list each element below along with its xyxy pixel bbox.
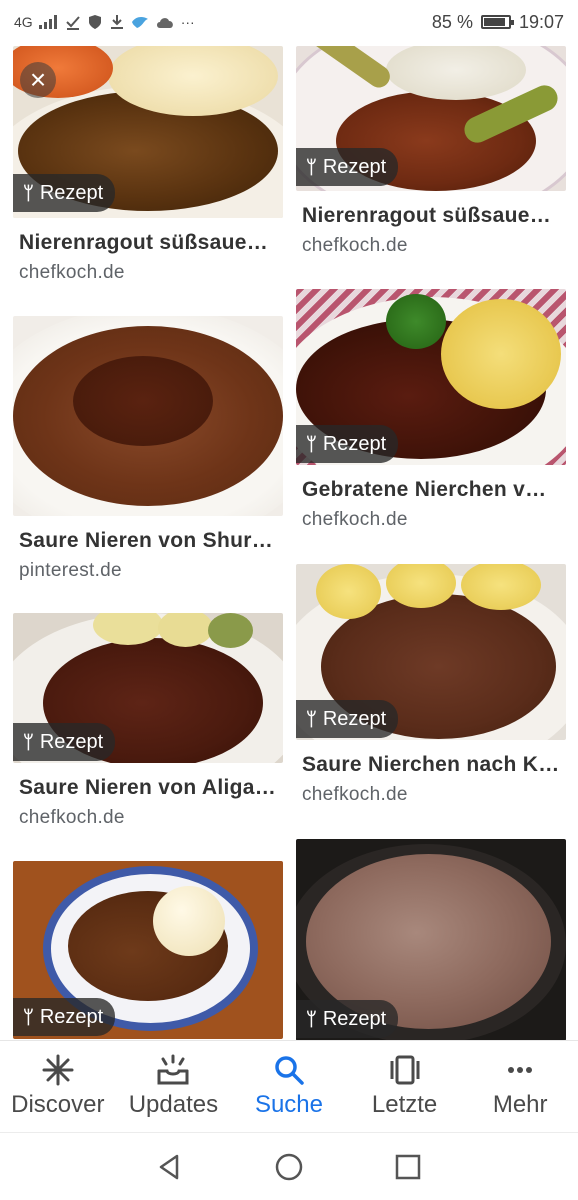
status-left: 4G ··· bbox=[14, 14, 195, 30]
recipe-badge: ᛘ Rezept bbox=[296, 1000, 399, 1038]
nav-discover[interactable]: Discover bbox=[0, 1053, 115, 1119]
fork-knife-icon: ᛘ bbox=[306, 433, 317, 454]
nav-search[interactable]: Suche bbox=[231, 1053, 346, 1119]
recipe-badge: ᛘ Rezept bbox=[13, 174, 116, 212]
result-card[interactable]: ᛘ Rezept Nierenragout süßsaue… chefkoch.d… bbox=[296, 46, 566, 276]
result-source: chefkoch.de bbox=[302, 509, 408, 530]
fork-knife-icon: ᛘ bbox=[306, 708, 317, 729]
result-title[interactable]: Saure Nieren von Aliga… bbox=[19, 776, 276, 800]
nav-updates[interactable]: Updates bbox=[116, 1053, 231, 1119]
status-bar: 4G ··· 85 % 19:07 bbox=[0, 0, 578, 44]
clock: 19:07 bbox=[518, 11, 564, 32]
signal-icon bbox=[38, 15, 57, 29]
result-title[interactable]: Gebratene Nierchen v… bbox=[302, 478, 546, 502]
inbox-icon bbox=[155, 1053, 191, 1087]
result-card[interactable]: ᛘ Rezept bbox=[296, 839, 566, 1041]
fork-knife-icon: ᛘ bbox=[306, 156, 317, 177]
recipe-badge: ᛘ Rezept bbox=[13, 723, 116, 761]
nav-label: Letzte bbox=[371, 1091, 438, 1118]
recipe-badge: ᛘ Rezept bbox=[296, 700, 399, 738]
fork-knife-icon: ᛘ bbox=[23, 731, 34, 752]
fork-knife-icon: ᛘ bbox=[306, 1008, 317, 1029]
result-card[interactable]: ᛘ Rezept Gebratene Nierchen v… chefkoch.d… bbox=[296, 289, 566, 544]
download-icon bbox=[110, 15, 123, 29]
search-icon bbox=[272, 1053, 306, 1087]
status-right: 85 % 19:07 bbox=[432, 12, 564, 33]
back-icon[interactable] bbox=[155, 1152, 185, 1182]
system-navigation bbox=[0, 1132, 578, 1200]
result-source: chefkoch.de bbox=[302, 784, 408, 805]
result-card[interactable]: Saure Nieren von Shur… pinterest.de bbox=[13, 316, 283, 586]
result-image[interactable]: ᛘ Rezept bbox=[296, 46, 566, 191]
nav-label: Discover bbox=[11, 1091, 105, 1118]
nav-label: Mehr bbox=[492, 1091, 548, 1118]
nav-more[interactable]: Mehr bbox=[463, 1053, 578, 1119]
bird-icon bbox=[131, 17, 148, 28]
recipe-badge: ᛘ Rezept bbox=[296, 425, 399, 463]
result-card[interactable]: ᛘ Rezept Saure Nierchen nach K… chefkoch.… bbox=[296, 564, 566, 809]
check-download-icon bbox=[65, 16, 80, 30]
overview-icon[interactable] bbox=[393, 1152, 423, 1182]
recipe-badge: ᛘ Rezept bbox=[296, 148, 399, 186]
result-image[interactable]: ᛘ Rezept bbox=[296, 839, 566, 1041]
result-image[interactable]: ᛘ Rezept bbox=[296, 289, 566, 465]
result-image[interactable]: ᛘ Rezept bbox=[13, 861, 283, 1039]
fork-knife-icon: ᛘ bbox=[23, 1006, 34, 1027]
result-card[interactable]: ᛘ Rezept Saure Nieren von Aliga… chefkoch… bbox=[13, 613, 283, 838]
result-title[interactable]: Nierenragout süßsaue… bbox=[302, 204, 551, 228]
bottom-navigation: Discover Updates Suche Letzte Mehr bbox=[0, 1040, 578, 1132]
battery-percent: 85 % bbox=[431, 11, 473, 32]
nav-label: Suche bbox=[254, 1091, 324, 1118]
result-title[interactable]: Nierenragout süßsaue… bbox=[19, 231, 268, 255]
recipe-badge: ᛘ Rezept bbox=[13, 998, 116, 1036]
home-icon[interactable] bbox=[274, 1152, 304, 1182]
cloud-icon bbox=[156, 18, 173, 28]
more-horiz-icon bbox=[503, 1053, 537, 1087]
result-source: chefkoch.de bbox=[19, 262, 125, 283]
result-title[interactable]: Saure Nieren von Shur… bbox=[19, 529, 273, 553]
result-image[interactable] bbox=[13, 316, 283, 516]
close-icon[interactable]: × bbox=[20, 62, 56, 98]
asterisk-icon bbox=[41, 1053, 75, 1087]
battery-icon bbox=[480, 15, 514, 29]
shield-icon bbox=[88, 15, 101, 29]
nav-recent[interactable]: Letzte bbox=[347, 1053, 462, 1119]
result-image[interactable]: ᛘ Rezept bbox=[13, 613, 283, 763]
fork-knife-icon: ᛘ bbox=[23, 182, 34, 203]
more-status-icon: ··· bbox=[180, 14, 195, 30]
result-title[interactable]: Saure Nierchen nach K… bbox=[302, 753, 560, 777]
network-label: 4G bbox=[14, 14, 33, 30]
nav-label: Updates bbox=[128, 1091, 219, 1118]
result-image[interactable]: ᛘ Rezept bbox=[296, 564, 566, 740]
result-source: pinterest.de bbox=[19, 560, 122, 581]
recent-tabs-icon bbox=[388, 1053, 422, 1087]
result-source: chefkoch.de bbox=[302, 235, 408, 256]
result-card[interactable]: ᛘ Rezept bbox=[13, 861, 283, 1041]
result-source: chefkoch.de bbox=[19, 807, 125, 828]
